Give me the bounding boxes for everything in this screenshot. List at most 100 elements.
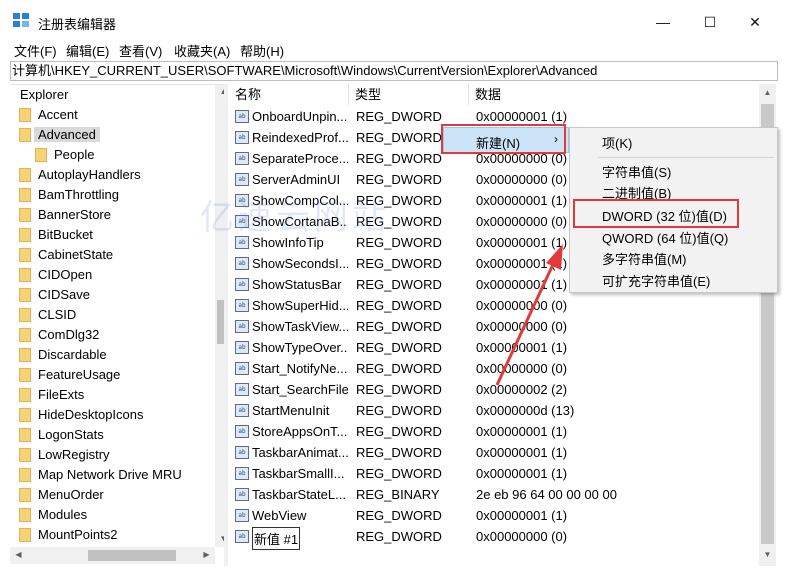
folder-icon — [19, 428, 31, 442]
value-type: REG_BINARY — [356, 487, 440, 502]
tree-item-label: BannerStore — [38, 207, 111, 222]
registry-value-icon: ab — [235, 131, 249, 144]
value-name: Start_SearchFiles — [252, 382, 348, 397]
scroll-left-icon[interactable]: ◀ — [10, 550, 27, 559]
submenu-expandable-string-value[interactable]: 可扩充字符串值(E) — [602, 271, 710, 290]
folder-icon — [19, 468, 31, 482]
tree-item-label: BitBucket — [38, 227, 93, 242]
submenu-multi-string-value[interactable]: 多字符串值(M) — [602, 249, 687, 268]
tree-item-label: FileExts — [38, 387, 85, 402]
value-type: REG_DWORD — [356, 403, 442, 418]
registry-value-icon: ab — [235, 320, 249, 333]
value-type: REG_DWORD — [356, 151, 442, 166]
table-row[interactable]: ab Start_SearchFiles REG_DWORD 0x00000002 (… — [229, 379, 759, 400]
registry-value-icon: ab — [235, 299, 249, 312]
value-type: REG_DWORD — [356, 424, 442, 439]
value-type: REG_DWORD — [356, 529, 442, 544]
minimize-button[interactable]: — — [648, 10, 678, 34]
submenu-qword-value[interactable]: QWORD (64 位)值(Q) — [602, 228, 728, 247]
menu-edit[interactable]: 编辑(E) — [66, 41, 109, 60]
list-scroll-down-icon[interactable]: ▼ — [759, 550, 776, 559]
value-name: ShowTypeOver... — [252, 340, 348, 355]
tree-item-label: HideDesktopIcons — [38, 407, 144, 422]
column-header-data[interactable]: 数据 — [469, 84, 759, 105]
folder-icon — [19, 128, 31, 142]
list-scroll-up-icon[interactable]: ▲ — [759, 88, 776, 97]
value-name: ShowSecondsI... — [252, 256, 348, 271]
address-bar[interactable]: 计算机\HKEY_CURRENT_USER\SOFTWARE\Microsoft… — [10, 61, 778, 81]
table-row[interactable]: ab 新值 #1 REG_DWORD 0x00000000 (0) — [229, 526, 759, 550]
table-row[interactable]: ab TaskbarStateL... REG_BINARY 2e eb 96 64 … — [229, 484, 759, 505]
value-data: 0x00000002 (2) — [476, 382, 568, 397]
table-row[interactable]: ab ShowTaskView... REG_DWORD 0x00000000 (0) — [229, 316, 759, 337]
table-row[interactable]: ab StoreAppsOnT... REG_DWORD 0x00000001 (1) — [229, 421, 759, 442]
folder-icon — [19, 248, 31, 262]
scroll-up-icon[interactable]: ▲ — [215, 87, 224, 96]
scroll-down-icon[interactable]: ▼ — [215, 534, 224, 543]
folder-icon — [19, 328, 31, 342]
menu-favorites[interactable]: 收藏夹(A) — [174, 41, 230, 60]
registry-value-icon: ab — [235, 110, 249, 123]
value-data: 0x00000001 (1) — [476, 445, 568, 460]
tree-item-label: AutoplayHandlers — [38, 167, 141, 182]
value-type: REG_DWORD — [356, 340, 442, 355]
registry-value-icon: ab — [235, 362, 249, 375]
tree-horizontal-scrollbar[interactable]: ◀ ▶ — [10, 547, 215, 564]
value-name[interactable]: 新值 #1 — [252, 527, 301, 550]
menu-bar: 文件(F) 编辑(E) 查看(V) 收藏夹(A) 帮助(H) — [0, 40, 786, 60]
tree-item-label: Explorer — [20, 87, 69, 102]
tree-vertical-scrollbar[interactable]: ▲ ▼ — [215, 85, 224, 547]
maximize-button[interactable]: ☐ — [695, 10, 725, 34]
table-row[interactable]: ab TaskbarAnimat... REG_DWORD 0x00000001 (1… — [229, 442, 759, 463]
submenu-separator — [598, 157, 774, 158]
key-tree[interactable]: Explorer Accent Advanced People AutoplayHand… — [10, 84, 224, 566]
tree-item-label: MountPoints2 — [38, 527, 118, 542]
tree-item-label: CIDOpen — [38, 267, 93, 282]
close-button[interactable]: ✕ — [740, 10, 770, 34]
value-name: TaskbarAnimat... — [252, 445, 348, 460]
table-row[interactable]: ab Start_NotifyNe... REG_DWORD 0x00000000 (… — [229, 358, 759, 379]
pane-splitter[interactable] — [224, 84, 228, 566]
value-name: WebView — [252, 508, 307, 523]
submenu-string-value[interactable]: 字符串值(S) — [602, 162, 671, 181]
value-data: 0x00000001 (1) — [476, 235, 568, 250]
value-name: OnboardUnpin... — [252, 109, 348, 124]
column-header-type[interactable]: 类型 — [349, 84, 469, 105]
menu-view[interactable]: 查看(V) — [119, 41, 162, 60]
tree-hscroll-thumb[interactable] — [88, 550, 176, 561]
value-type: REG_DWORD — [356, 319, 442, 334]
value-name: ShowStatusBar — [252, 277, 342, 292]
table-row[interactable]: ab TaskbarSmallI... REG_DWORD 0x00000001 (1… — [229, 463, 759, 484]
folder-icon — [19, 348, 31, 362]
submenu-key[interactable]: 项(K) — [602, 133, 632, 152]
menu-file[interactable]: 文件(F) — [14, 41, 57, 60]
value-data: 0x00000000 (0) — [476, 214, 568, 229]
folder-icon — [19, 268, 31, 282]
value-data: 0x00000001 (1) — [476, 466, 568, 481]
title-bar: 注册表编辑器 — ☐ ✕ — [0, 0, 786, 40]
registry-value-icon: ab — [235, 446, 249, 459]
folder-icon — [19, 388, 31, 402]
tree-scroll-thumb[interactable] — [217, 300, 224, 344]
menu-help[interactable]: 帮助(H) — [240, 41, 284, 60]
table-row[interactable]: ab StartMenuInit REG_DWORD 0x0000000d (13) — [229, 400, 759, 421]
table-row[interactable]: ab WebView REG_DWORD 0x00000001 (1) — [229, 505, 759, 526]
tree-item-label: CLSID — [38, 307, 77, 322]
folder-icon — [19, 188, 31, 202]
value-type: REG_DWORD — [356, 508, 442, 523]
tree-item-label: Accent — [38, 107, 78, 122]
tree-item-label: ComDlg32 — [38, 327, 100, 342]
tree-item-label: CIDSave — [38, 287, 91, 302]
column-header-name[interactable]: 名称 — [229, 84, 349, 105]
value-data: 0x00000001 (1) — [476, 256, 568, 271]
value-name: ShowTaskView... — [252, 319, 348, 334]
scroll-right-icon[interactable]: ▶ — [198, 550, 215, 559]
table-row[interactable]: ab ShowSuperHid... REG_DWORD 0x00000000 (0) — [229, 295, 759, 316]
table-row[interactable]: ab ShowTypeOver... REG_DWORD 0x00000001 (1) — [229, 337, 759, 358]
folder-icon — [19, 488, 31, 502]
value-type: REG_DWORD — [356, 256, 442, 271]
value-type: REG_DWORD — [356, 109, 442, 124]
value-data: 0x00000001 (1) — [476, 193, 568, 208]
value-data: 0x00000000 (0) — [476, 361, 568, 376]
tree-item-label: LowRegistry — [38, 447, 110, 462]
